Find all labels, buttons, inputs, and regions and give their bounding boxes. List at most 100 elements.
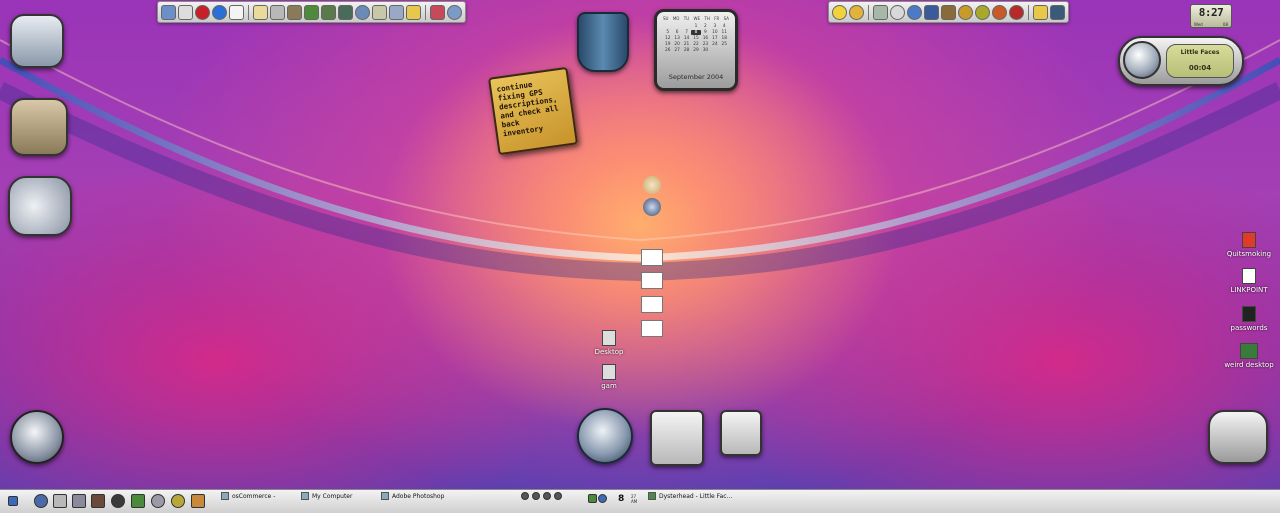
- calculator-icon[interactable]: [372, 4, 387, 20]
- tray-icon[interactable]: [598, 494, 607, 503]
- network-icon[interactable]: [338, 4, 353, 20]
- calendar-day[interactable]: [710, 48, 719, 53]
- folder-icon[interactable]: [287, 4, 302, 20]
- smiley-icon[interactable]: [849, 4, 864, 20]
- tool-icon[interactable]: [941, 4, 956, 20]
- globe-icon[interactable]: [907, 4, 922, 20]
- documents-dock-icon[interactable]: [10, 98, 68, 156]
- calendar-day[interactable]: [672, 24, 681, 29]
- calendar-day[interactable]: 22: [691, 42, 700, 47]
- media-play-icon[interactable]: [532, 492, 540, 500]
- share-icon[interactable]: [321, 4, 336, 20]
- coin-icon[interactable]: [958, 4, 973, 20]
- egg-icon[interactable]: [643, 176, 661, 194]
- stop-icon[interactable]: [195, 4, 210, 20]
- disk-icon[interactable]: [270, 4, 285, 20]
- quicklaunch-icon[interactable]: [151, 494, 165, 508]
- calendar-day[interactable]: 4: [720, 24, 729, 29]
- info-icon[interactable]: [212, 4, 227, 20]
- window-thumbnail-icon[interactable]: [641, 296, 663, 313]
- media-next-icon[interactable]: [554, 492, 562, 500]
- record-icon[interactable]: [992, 4, 1007, 20]
- drive-icon[interactable]: [253, 4, 268, 20]
- desktop-icon-quitsmoking[interactable]: Quitsmoking: [1219, 232, 1279, 258]
- taskbar-task-my-computer[interactable]: My Computer: [301, 492, 352, 500]
- window-icon[interactable]: [229, 4, 244, 20]
- taskbar-task-media[interactable]: Dysterhead - Little Fac...: [648, 492, 732, 500]
- desktop-icon-linkpoint[interactable]: LINKPOINT: [1219, 268, 1279, 294]
- download-icon[interactable]: [304, 4, 319, 20]
- globe-icon[interactable]: [643, 198, 661, 216]
- calendar-day[interactable]: 30: [701, 48, 710, 53]
- calendar-day[interactable]: 11: [720, 30, 729, 35]
- drive-dock-icon[interactable]: [8, 176, 72, 236]
- calendar-day[interactable]: 20: [672, 42, 681, 47]
- media-player-widget[interactable]: Little Faces 00:04: [1118, 36, 1244, 86]
- media-prev-icon[interactable]: [521, 492, 529, 500]
- browser-icon[interactable]: [355, 4, 370, 20]
- taskbar-task-oscommerce[interactable]: osCommerce -: [221, 492, 275, 500]
- shutdown-dock-icon[interactable]: [10, 410, 64, 464]
- calendar-day[interactable]: 28: [682, 48, 691, 53]
- calendar-day[interactable]: 27: [672, 48, 681, 53]
- clock-widget[interactable]: 8:27 Wed 08: [1190, 4, 1232, 28]
- calendar-day[interactable]: 24: [710, 42, 719, 47]
- taskbar-task-photoshop[interactable]: Adobe Photoshop: [381, 492, 444, 500]
- finder-icon[interactable]: [161, 4, 176, 20]
- sticky-note[interactable]: continue fixing GPS descriptions, and ch…: [487, 66, 579, 156]
- calendar-day[interactable]: [663, 24, 672, 29]
- desktop-icon-weird-desktop[interactable]: weird desktop: [1219, 343, 1279, 369]
- quicklaunch-icon[interactable]: [191, 494, 205, 508]
- calendar-day[interactable]: [720, 48, 729, 53]
- desktop-icon-gam[interactable]: gam: [579, 364, 639, 390]
- window-icon[interactable]: [389, 4, 404, 20]
- calendar-day[interactable]: 1: [691, 24, 700, 29]
- calendar-day[interactable]: 8: [691, 30, 701, 35]
- calendar-day[interactable]: 10: [710, 30, 719, 35]
- taskbar-clock-hour[interactable]: 8: [618, 494, 624, 504]
- calendar-day[interactable]: 26: [663, 48, 672, 53]
- pause-button[interactable]: [1123, 41, 1161, 79]
- battery-icon[interactable]: [406, 4, 421, 20]
- finder-dock-icon[interactable]: [10, 14, 64, 68]
- calendar-day[interactable]: 16: [701, 36, 710, 41]
- undo-paste-icon[interactable]: [650, 410, 704, 466]
- calendar-day[interactable]: 3: [710, 24, 719, 29]
- trash-icon[interactable]: [1050, 4, 1065, 20]
- start-icon[interactable]: [8, 496, 18, 506]
- calendar-day[interactable]: 13: [672, 36, 681, 41]
- tray-icon[interactable]: [588, 494, 597, 503]
- quicklaunch-icon[interactable]: [34, 494, 48, 508]
- trash-dock-icon[interactable]: [577, 12, 629, 72]
- media-pause-icon[interactable]: [543, 492, 551, 500]
- telephone-icon[interactable]: [1208, 410, 1268, 464]
- desktop-icon-desktop[interactable]: Desktop: [579, 330, 639, 356]
- calendar-day[interactable]: 21: [682, 42, 691, 47]
- calendar-day[interactable]: 6: [672, 30, 681, 35]
- quicklaunch-icon[interactable]: [72, 494, 86, 508]
- clock-icon[interactable]: [430, 4, 445, 20]
- desktop-icon-passwords[interactable]: passwords: [1219, 306, 1279, 332]
- quicklaunch-icon[interactable]: [171, 494, 185, 508]
- calendar-day[interactable]: 14: [682, 36, 691, 41]
- calendar-day[interactable]: 18: [720, 36, 729, 41]
- internet-explorer-icon[interactable]: [577, 408, 633, 464]
- window-thumbnail-icon[interactable]: [641, 272, 663, 289]
- calendar-widget[interactable]: SU MO TU WE TH FR SA 1 2 3 4 5 6 7 8 9 10 11 12 13 14…: [654, 9, 738, 91]
- calendar-day[interactable]: 12: [663, 36, 672, 41]
- calendar-day[interactable]: 25: [720, 42, 729, 47]
- calendar-day[interactable]: 5: [663, 30, 672, 35]
- calendar-day[interactable]: 7: [682, 30, 691, 35]
- undo-paste-icon[interactable]: [720, 410, 762, 456]
- quicklaunch-icon[interactable]: [111, 494, 125, 508]
- calendar-day[interactable]: 23: [701, 42, 710, 47]
- tag-icon[interactable]: [873, 4, 888, 20]
- quicklaunch-icon[interactable]: [53, 494, 67, 508]
- power-icon[interactable]: [1009, 4, 1024, 20]
- calendar-day[interactable]: 2: [701, 24, 710, 29]
- window-thumbnail-icon[interactable]: [641, 249, 663, 266]
- battery-icon[interactable]: [1033, 4, 1048, 20]
- calendar-day[interactable]: [682, 24, 691, 29]
- smiley-icon[interactable]: [832, 4, 847, 20]
- calendar-day[interactable]: 9: [701, 30, 710, 35]
